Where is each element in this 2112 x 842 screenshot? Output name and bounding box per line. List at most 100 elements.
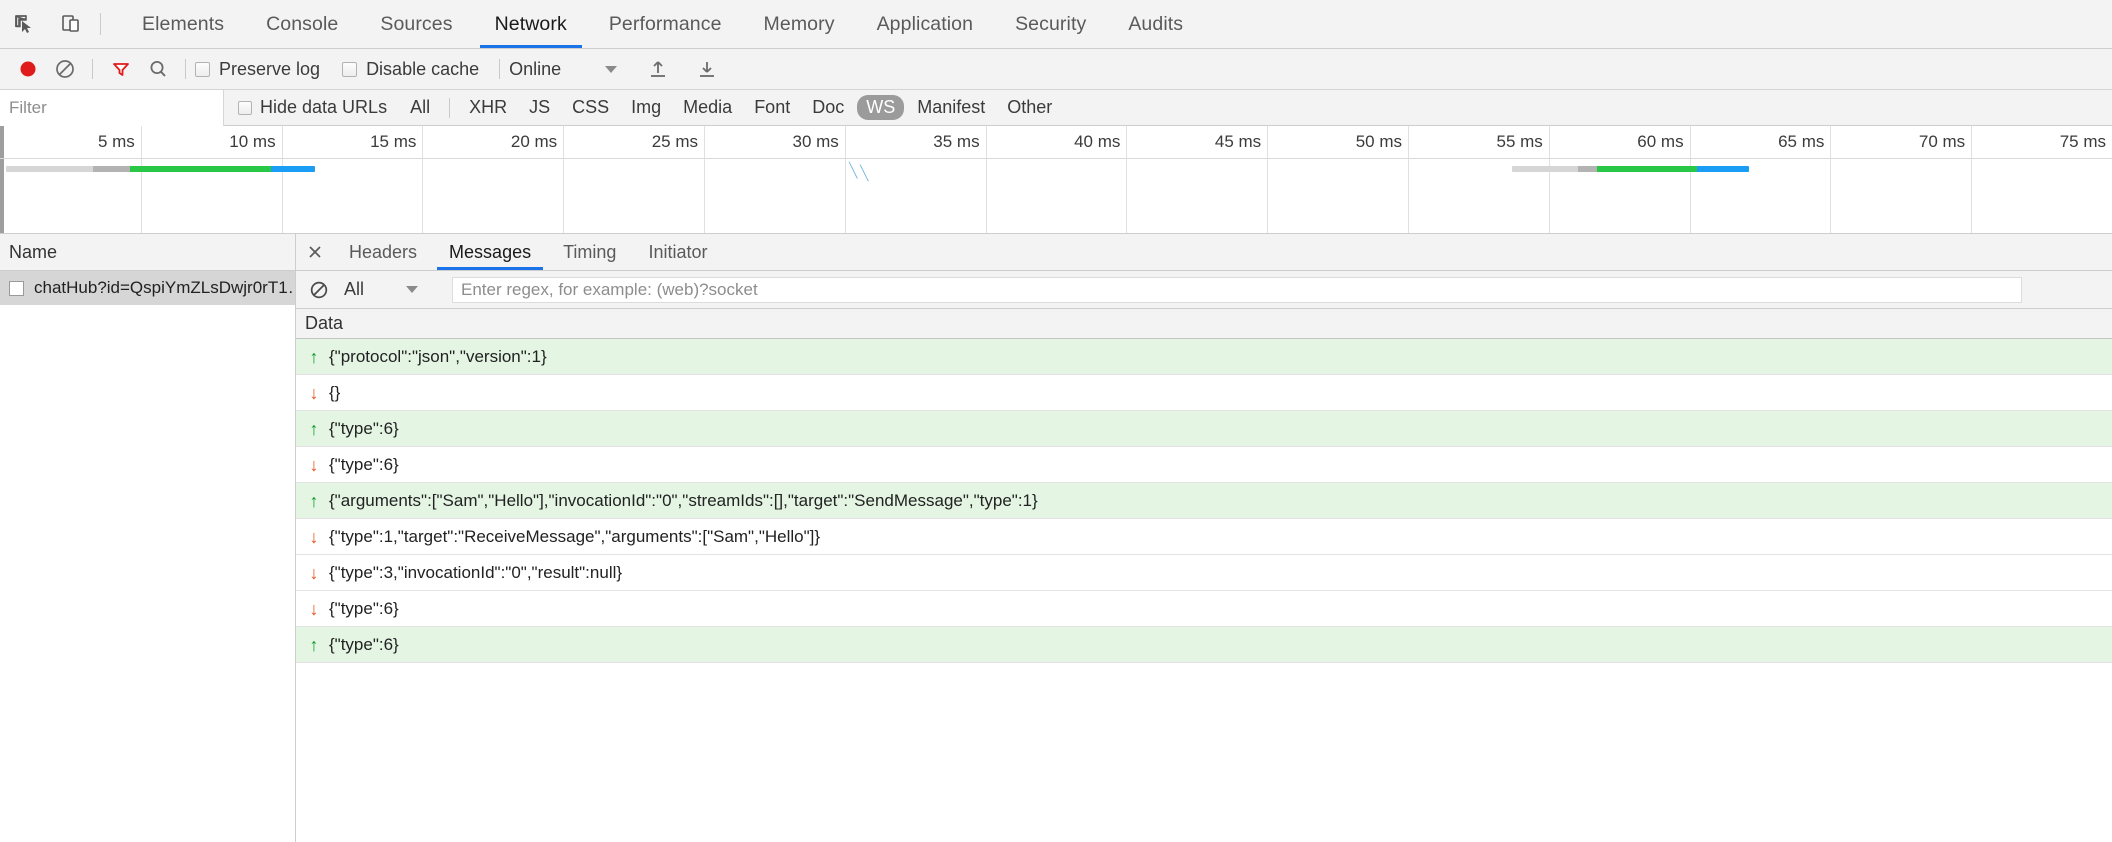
panel-tabs: Elements Console Sources Network Perform…	[121, 0, 1204, 48]
filter-type-font-label: Font	[754, 97, 791, 117]
throttling-select[interactable]: Online	[509, 59, 618, 80]
request-row-name: chatHub?id=QspiYmZLsDwjr0rT1…	[34, 278, 295, 297]
filter-type-all[interactable]: All	[401, 95, 439, 120]
filter-type-css[interactable]: CSS	[563, 95, 618, 120]
messages-filter-select[interactable]: All	[344, 279, 440, 300]
hide-data-urls-box	[238, 100, 252, 115]
import-har-icon[interactable]	[639, 54, 676, 84]
overview-tick-label: 10 ms	[229, 132, 276, 151]
request-row-chathub[interactable]: chatHub?id=QspiYmZLsDwjr0rT1…	[0, 271, 295, 305]
message-data: {"arguments":["Sam","Hello"],"invocation…	[329, 490, 1038, 510]
tab-network[interactable]: Network	[474, 0, 588, 48]
overview-tick-divider	[140, 126, 142, 233]
overview-tick-label: 25 ms	[651, 132, 698, 151]
network-overview-timeline[interactable]: 5 ms 10 ms 15 ms 20 ms 25 ms 30 ms 35 ms 40 ms 4…	[0, 126, 2112, 234]
messages-regex-input[interactable]	[452, 276, 2022, 303]
overview-tick-label: 20 ms	[510, 132, 558, 151]
overview-tick-divider	[985, 126, 987, 233]
overview-tick-label: 30 ms	[792, 132, 839, 151]
message-row[interactable]: ↑ {"type":6}	[296, 411, 2112, 447]
filter-type-other[interactable]: Other	[998, 95, 1061, 120]
filter-input[interactable]	[0, 89, 224, 126]
arrow-down-icon: ↓	[309, 454, 319, 475]
toolbar-divider	[499, 59, 501, 79]
tab-performance-label: Performance	[608, 12, 722, 35]
tab-audits[interactable]: Audits	[1107, 0, 1204, 48]
filter-type-media[interactable]: Media	[674, 95, 741, 120]
detail-tab-initiator[interactable]: Initiator	[632, 234, 723, 270]
tab-console[interactable]: Console	[245, 0, 359, 48]
request-list-pane: Name chatHub?id=QspiYmZLsDwjr0rT1…	[0, 234, 296, 842]
messages-list[interactable]: ↑ {"protocol":"json","version":1} ↓ {} ↑ {"ty…	[296, 339, 2112, 842]
tab-network-label: Network	[494, 12, 567, 35]
message-row[interactable]: ↓ {}	[296, 375, 2112, 411]
tab-elements[interactable]: Elements	[121, 0, 245, 48]
messages-column-header: Data	[296, 309, 2112, 339]
message-data: {"type":6}	[329, 454, 399, 474]
overview-tick-label: 40 ms	[1074, 132, 1121, 151]
detail-tab-timing[interactable]: Timing	[547, 234, 632, 270]
hide-data-urls-checkbox[interactable]: Hide data URLs	[238, 97, 387, 118]
network-filter-bar: Hide data URLs All XHR JS CSS Img Media …	[0, 89, 2112, 126]
arrow-down-icon: ↓	[309, 382, 319, 403]
close-icon[interactable]	[296, 234, 333, 270]
inspect-element-icon[interactable]	[0, 0, 47, 48]
message-data: {"type":1,"target":"ReceiveMessage","arg…	[329, 526, 821, 546]
filter-type-ws[interactable]: WS	[857, 95, 905, 120]
tab-sources[interactable]: Sources	[359, 0, 473, 48]
overview-tick-divider	[1971, 126, 1973, 233]
websocket-icon	[9, 280, 24, 296]
overview-tick-divider	[563, 126, 565, 233]
filter-type-js[interactable]: JS	[520, 95, 559, 120]
preserve-log-checkbox[interactable]: Preserve log	[195, 59, 320, 80]
request-list-column-name: Name	[9, 241, 58, 262]
export-har-icon[interactable]	[688, 54, 725, 84]
tab-application[interactable]: Application	[856, 0, 995, 48]
message-row[interactable]: ↓ {"type":6}	[296, 447, 2112, 483]
message-data: {}	[329, 382, 341, 402]
message-row[interactable]: ↑ {"arguments":["Sam","Hello"],"invocatio…	[296, 483, 2112, 519]
overview-tick-divider	[1830, 126, 1832, 233]
filter-type-ws-label: WS	[866, 97, 896, 117]
detail-tab-headers[interactable]: Headers	[333, 234, 433, 270]
filter-divider	[449, 97, 451, 118]
overview-tick-divider	[1689, 126, 1691, 233]
filter-type-doc[interactable]: Doc	[803, 95, 853, 120]
arrow-up-icon: ↑	[309, 418, 319, 439]
message-row[interactable]: ↓ {"type":3,"invocationId":"0","result":n…	[296, 555, 2112, 591]
message-row[interactable]: ↑ {"protocol":"json","version":1}	[296, 339, 2112, 375]
chevron-down-icon	[605, 65, 618, 73]
device-toolbar-icon[interactable]	[47, 0, 94, 48]
message-row[interactable]: ↓ {"type":6}	[296, 591, 2112, 627]
overview-tick-divider	[1408, 126, 1409, 233]
overview-tick-label: 70 ms	[1918, 132, 1966, 151]
overview-tick-divider	[1548, 126, 1550, 233]
overview-tick-label: 5 ms	[97, 132, 135, 151]
tab-memory[interactable]: Memory	[743, 0, 856, 48]
tab-security-label: Security	[1015, 12, 1087, 35]
waterfall-segment	[271, 166, 315, 172]
clear-icon[interactable]	[46, 54, 83, 84]
tab-performance[interactable]: Performance	[588, 0, 743, 48]
tab-sources-label: Sources	[380, 12, 453, 35]
filter-funnel-icon[interactable]	[102, 54, 139, 84]
tab-security[interactable]: Security	[994, 0, 1107, 48]
waterfall-segment	[1512, 166, 1579, 172]
toolbar-divider	[92, 59, 93, 79]
message-row[interactable]: ↑ {"type":6}	[296, 627, 2112, 663]
filter-type-xhr[interactable]: XHR	[460, 95, 516, 120]
disable-cache-checkbox[interactable]: Disable cache	[342, 59, 479, 80]
search-icon[interactable]	[139, 54, 176, 84]
request-detail-pane: Headers Messages Timing Initiator All En…	[296, 234, 2112, 842]
overview-tick-divider	[704, 126, 705, 233]
clear-messages-icon[interactable]	[304, 275, 334, 305]
overview-tick-label: 35 ms	[933, 132, 980, 151]
record-button-icon[interactable]	[9, 54, 46, 84]
detail-tab-messages[interactable]: Messages	[433, 234, 547, 270]
filter-type-font[interactable]: Font	[745, 95, 799, 120]
filter-type-img[interactable]: Img	[622, 95, 670, 120]
filter-type-manifest[interactable]: Manifest	[908, 95, 994, 120]
preserve-log-label: Preserve log	[219, 58, 321, 79]
message-row[interactable]: ↓ {"type":1,"target":"ReceiveMessage","ar…	[296, 519, 2112, 555]
message-data: {"type":6}	[329, 598, 399, 618]
